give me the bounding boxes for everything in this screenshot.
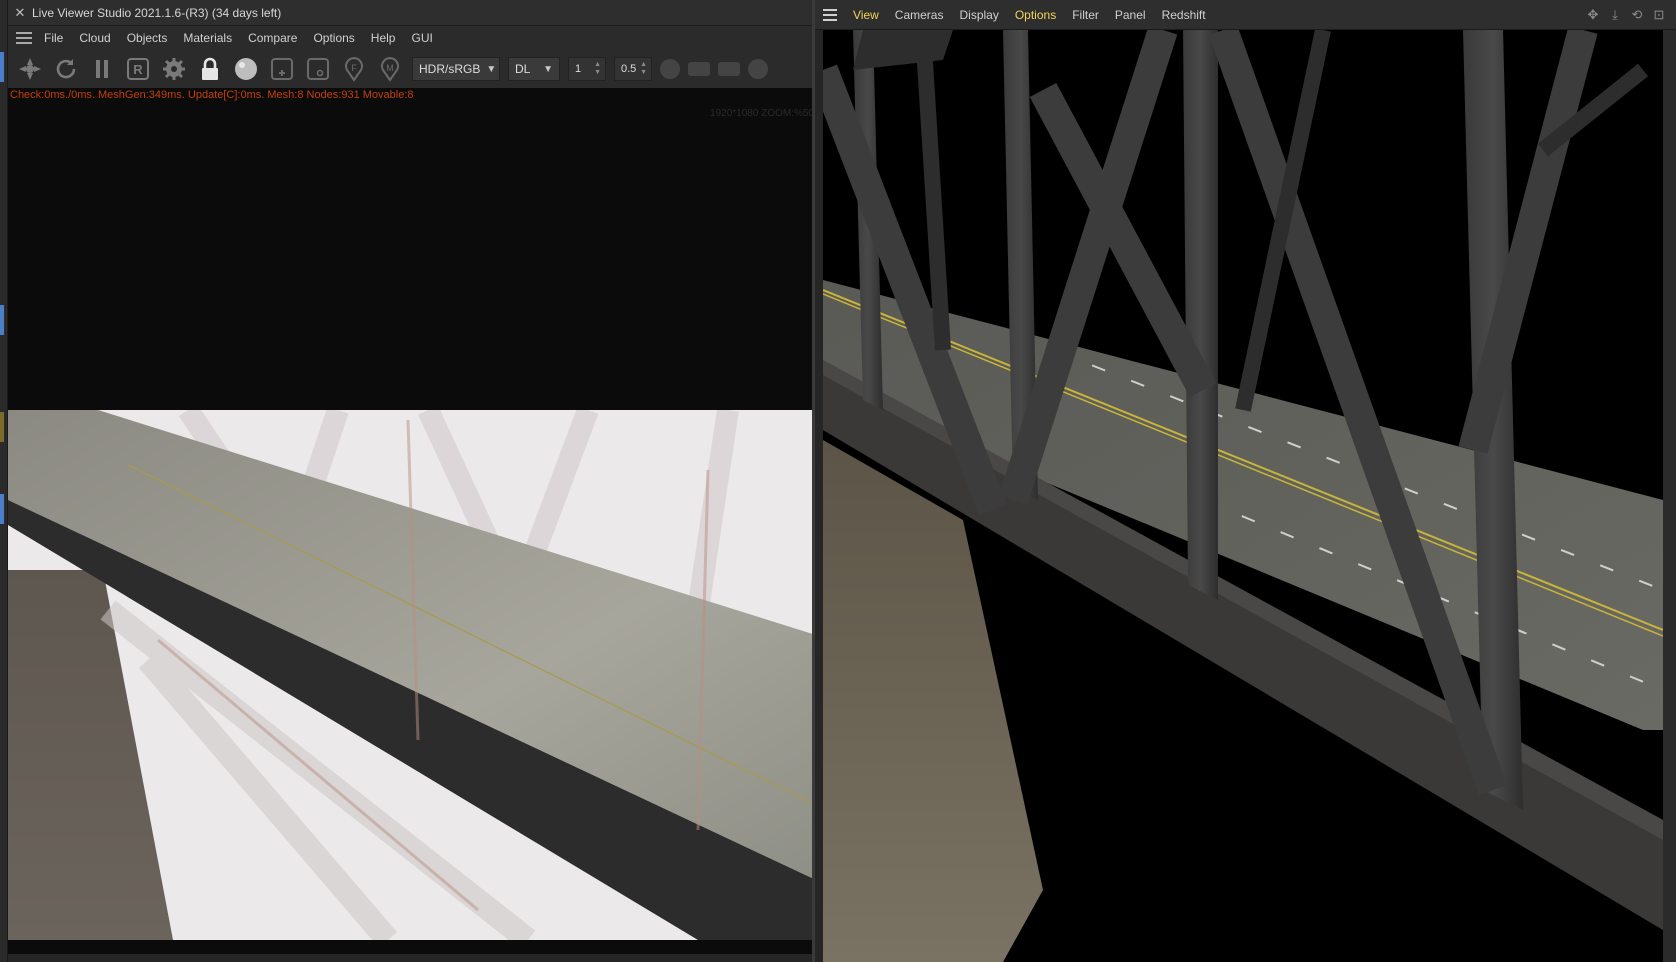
menu-redshift[interactable]: Redshift [1154,0,1214,30]
chevron-down-icon: ▼ [486,63,497,75]
refresh-icon[interactable] [52,55,80,83]
live-viewer-window: ✕ Live Viewer Studio 2021.1.6-(R3) (34 d… [0,0,819,962]
menu-options[interactable]: Options [1007,0,1064,30]
focus-pin-icon[interactable]: F [340,55,368,83]
menu-options[interactable]: Options [305,26,362,50]
menu-gui[interactable]: GUI [403,26,440,50]
render-status-text: Check:0ms./0ms. MeshGen:349ms. Update[C]… [10,89,414,101]
resolution-zoom-text: 1920*1080 ZOOM:%50 [710,108,814,119]
material-pin-icon[interactable]: M [376,55,404,83]
live-viewport[interactable]: Check:0ms./0ms. MeshGen:349ms. Update[C]… [8,88,816,954]
dock-marker[interactable] [0,305,4,335]
app-root: ✕ Live Viewer Studio 2021.1.6-(R3) (34 d… [0,0,1676,962]
viewport-nav-icons: ✥ ⤓ ⟲ ⊡ [1584,6,1668,24]
menu-filter[interactable]: Filter [1064,0,1107,30]
main-menu-bar: File Cloud Objects Materials Compare Opt… [8,26,819,50]
frame-icon[interactable] [304,55,332,83]
hexagon-icon[interactable] [660,59,680,79]
add-frame-icon[interactable] [268,55,296,83]
camera-icon[interactable] [718,62,740,76]
svg-text:R: R [133,62,143,77]
pause-icon[interactable] [88,55,116,83]
settings-gear-icon[interactable] [160,55,188,83]
svg-text:M: M [386,63,394,73]
close-icon[interactable]: ✕ [8,5,32,21]
rotate-icon[interactable]: ⟲ [1628,6,1646,24]
window-title-bar: ✕ Live Viewer Studio 2021.1.6-(R3) (34 d… [8,0,819,26]
stepper-arrows-icon[interactable]: ▲ ▼ [640,61,647,77]
menu-cloud[interactable]: Cloud [71,26,118,50]
colorspace-value: HDR/sRGB [419,62,481,76]
menu-objects[interactable]: Objects [119,26,176,50]
menu-materials[interactable]: Materials [175,26,240,50]
lock-icon[interactable] [196,55,224,83]
pan-down-icon[interactable]: ⤓ [1606,6,1624,24]
menu-file[interactable]: File [36,26,71,50]
hamburger-menu-icon[interactable] [12,26,36,50]
film-icon[interactable] [688,62,710,76]
move-icon[interactable]: ✥ [1584,6,1602,24]
menu-cameras[interactable]: Cameras [887,0,952,30]
menu-help[interactable]: Help [363,26,404,50]
record-icon[interactable] [748,59,768,79]
hamburger-menu-icon[interactable] [815,0,845,30]
viewer-bottom-bar [8,954,819,962]
window-title: Live Viewer Studio 2021.1.6-(R3) (34 day… [32,5,282,20]
menu-display[interactable]: Display [951,0,1006,30]
menu-panel[interactable]: Panel [1107,0,1154,30]
viewport-menu-bar: View Cameras Display Options Filter Pane… [815,0,1676,30]
svg-text:F: F [351,63,357,73]
scale-value: 0.5 [621,63,637,75]
left-dock-strip [0,0,8,962]
viewport-scrollbar[interactable] [1663,30,1676,962]
colorspace-select[interactable]: HDR/sRGB ▼ [412,57,500,81]
sphere-icon[interactable] [232,55,260,83]
maximize-icon[interactable]: ⊡ [1650,6,1668,24]
dock-marker[interactable] [0,494,4,524]
render-mode-value: DL [515,62,531,76]
editor-viewport-window: View Cameras Display Options Filter Pane… [815,0,1676,962]
editor-viewport[interactable] [823,30,1663,962]
region-icon[interactable]: R [124,55,152,83]
menu-compare[interactable]: Compare [240,26,305,50]
stepper-arrows-icon[interactable]: ▲ ▼ [594,61,601,77]
render-mode-select[interactable]: DL ▼ [508,57,560,81]
scale-stepper[interactable]: 0.5 ▲ ▼ [614,57,652,81]
samples-stepper[interactable]: 1 ▲ ▼ [568,57,606,81]
samples-value: 1 [575,63,582,75]
chevron-down-icon: ▼ [543,63,553,75]
menu-view[interactable]: View [845,0,887,30]
spin-icon[interactable] [16,55,44,83]
dock-marker[interactable] [0,52,4,82]
dock-marker[interactable] [0,412,4,442]
render-image [8,410,816,940]
render-toolbar: R F M HDR/sRGB ▼ DL ▼ 1 ▲ ▼ 0.5 ▲ ▼ [8,50,819,88]
